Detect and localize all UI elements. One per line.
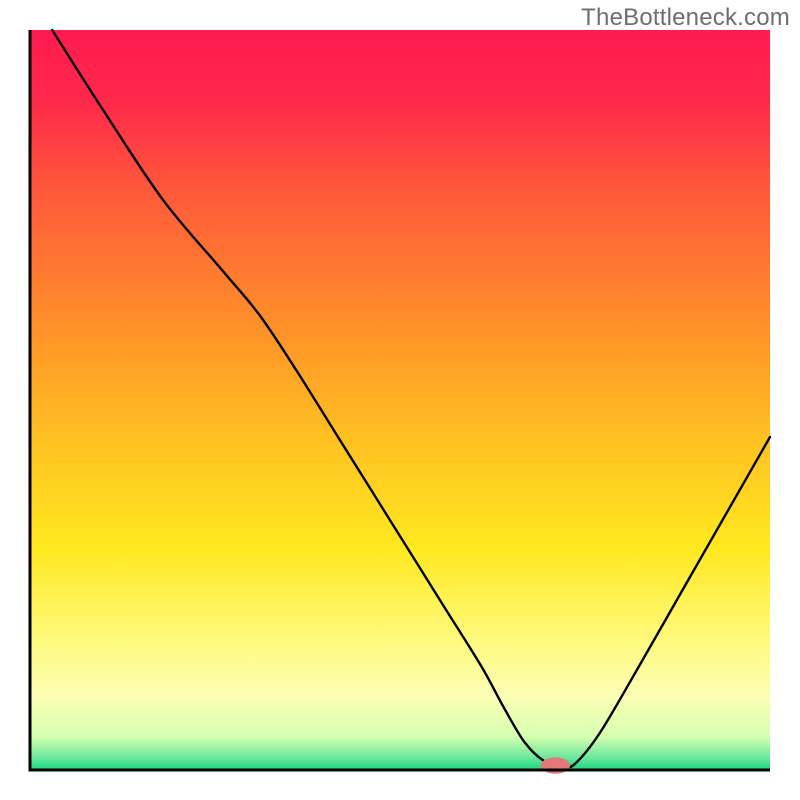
gradient-background <box>30 30 770 770</box>
plot-svg <box>0 0 800 800</box>
bottleneck-chart: TheBottleneck.com <box>0 0 800 800</box>
